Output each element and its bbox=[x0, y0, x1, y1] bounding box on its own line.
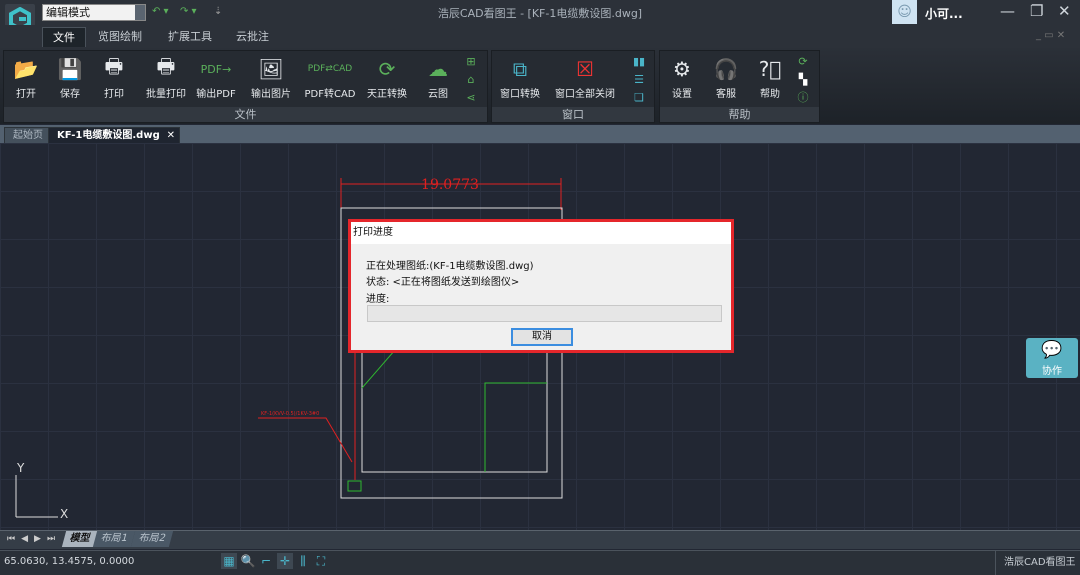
dimension-text: 19.0773 bbox=[421, 177, 479, 193]
ribbon-group-help: ⚙ 设置 🎧 客服 ?⃝ 帮助 ⟳ ▚ ⓘ 帮助 bbox=[659, 50, 820, 123]
collaborate-label: 协作 bbox=[1042, 366, 1062, 377]
tab-cloud-annotate[interactable]: 云批注 bbox=[226, 27, 279, 47]
snap-icon[interactable]: ✛ bbox=[277, 553, 293, 569]
pdf-to-cad-icon: PDF⇄CAD bbox=[307, 64, 353, 74]
tangent-convert-button[interactable]: ⟳ 天正转换 bbox=[362, 55, 412, 100]
user-avatar[interactable]: ☺ bbox=[892, 0, 917, 24]
pdf-to-cad-button[interactable]: PDF⇄CAD PDF转CAD bbox=[304, 55, 356, 100]
gear-icon: ⚙ bbox=[673, 57, 691, 81]
pdf-export-icon: PDF→ bbox=[200, 62, 232, 76]
minimize-icon[interactable]: — bbox=[1000, 2, 1015, 20]
ucs-x-label: X bbox=[60, 507, 68, 521]
print-progress-dialog: 打印进度 正在处理图纸:(KF-1电缆敷设图.dwg) 状态: <正在将图纸发送… bbox=[348, 219, 734, 353]
tab-file[interactable]: 文件 bbox=[42, 27, 86, 47]
save-icon: 💾 bbox=[57, 57, 83, 81]
status-bar bbox=[0, 550, 1080, 575]
support-button[interactable]: 🎧 客服 bbox=[704, 55, 748, 100]
doc-tab-label: KF-1电缆敷设图.dwg bbox=[57, 130, 160, 141]
doc-window-controls[interactable]: _ ▭ ✕ bbox=[1036, 30, 1065, 41]
cloud-icon: ☁ bbox=[428, 57, 448, 81]
user-name[interactable]: 小可... bbox=[925, 5, 963, 22]
close-icon[interactable]: ✕ bbox=[1058, 2, 1071, 20]
leader-line bbox=[258, 417, 353, 463]
tile-vertical-icon[interactable]: ▮▮ bbox=[632, 55, 646, 69]
share-wifi-icon[interactable]: ⌂ bbox=[464, 73, 478, 87]
print-button[interactable]: 🖶 打印 bbox=[92, 54, 136, 100]
group-label-help: 帮助 bbox=[660, 107, 819, 122]
group-label-window: 窗口 bbox=[492, 107, 654, 122]
grid-icon[interactable]: ▦ bbox=[221, 553, 237, 569]
doc-tab-start[interactable]: 起始页 bbox=[4, 127, 52, 143]
restore-icon[interactable]: ❐ bbox=[1030, 2, 1043, 20]
layout-nav-arrows[interactable]: ⏮◀▶⏭ bbox=[7, 534, 61, 544]
help-button[interactable]: ?⃝ 帮助 bbox=[748, 55, 792, 100]
close-all-windows-button[interactable]: ☒ 窗口全部关闭 bbox=[552, 55, 618, 100]
export-image-button[interactable]: 🖼 输出图片 bbox=[246, 55, 296, 100]
question-icon: ?⃝ bbox=[758, 57, 782, 81]
batch-printer-icon: 🖶 bbox=[156, 54, 176, 78]
export-pdf-button[interactable]: PDF→ 输出PDF bbox=[194, 55, 238, 101]
window-title: 浩辰CAD看图王 - [KF-1电缆敷设图.dwg] bbox=[437, 7, 643, 20]
convert-icon: ⟳ bbox=[378, 57, 396, 81]
update-icon[interactable]: ⟳ bbox=[796, 55, 810, 69]
green-room-line bbox=[484, 382, 547, 472]
doc-tab-drawing[interactable]: KF-1电缆敷设图.dwg ✕ bbox=[48, 127, 180, 143]
save-button[interactable]: 💾 保存 bbox=[48, 55, 92, 100]
settings-button[interactable]: ⚙ 设置 bbox=[660, 55, 704, 100]
ucs-y-label: Y bbox=[16, 461, 25, 475]
cable-annotation: KF-1(KVV-0.5)/1KV-3#0 bbox=[261, 411, 319, 417]
processing-file-text: 正在处理图纸:(KF-1电缆敷设图.dwg) bbox=[366, 261, 534, 272]
dialog-title: 打印进度 bbox=[351, 222, 731, 244]
cloud-drawing-button[interactable]: ☁ 云图 bbox=[416, 55, 460, 100]
cancel-button[interactable]: 取消 bbox=[511, 328, 573, 346]
tab-view-draw[interactable]: 览图绘制 bbox=[88, 27, 152, 47]
ortho-icon[interactable]: ⌐ bbox=[258, 553, 274, 569]
group-label-file: 文件 bbox=[4, 107, 487, 122]
info-icon[interactable]: ⓘ bbox=[796, 91, 810, 105]
progress-label: 进度: bbox=[366, 294, 390, 305]
green-diagonal bbox=[361, 349, 396, 389]
apps-icon[interactable]: ▚ bbox=[796, 73, 810, 87]
headset-icon: 🎧 bbox=[713, 57, 739, 81]
zoom-icon[interactable]: 🔍 bbox=[240, 553, 256, 569]
progress-bar bbox=[367, 305, 722, 322]
coordinate-readout: 65.0630, 13.4575, 0.0000 bbox=[4, 556, 135, 567]
brand-label: 浩辰CAD看图王 bbox=[995, 551, 1080, 575]
printer-icon: 🖶 bbox=[104, 54, 124, 78]
layout-tab-2[interactable]: 布局2 bbox=[130, 531, 174, 547]
new-file-icon[interactable]: ⊞ bbox=[464, 55, 478, 69]
share-icon[interactable]: ⋖ bbox=[464, 91, 478, 105]
batch-print-button[interactable]: 🖶 批量打印 bbox=[140, 54, 192, 100]
fullscreen-icon[interactable]: ⛶ bbox=[313, 553, 329, 569]
tab-extensions[interactable]: 扩展工具 bbox=[158, 27, 222, 47]
ribbon-group-window: ⧉ 窗口转换 ☒ 窗口全部关闭 ▮▮ ☰ ❏ 窗口 bbox=[491, 50, 655, 123]
status-text: 状态: <正在将图纸发送到绘图仪> bbox=[366, 277, 520, 288]
close-tab-icon[interactable]: ✕ bbox=[167, 128, 175, 144]
image-export-icon: 🖼 bbox=[258, 57, 284, 81]
collaborate-button[interactable]: 💬 协作 bbox=[1026, 338, 1078, 378]
close-windows-icon: ☒ bbox=[576, 57, 594, 81]
tile-horizontal-icon[interactable]: ☰ bbox=[632, 73, 646, 87]
layout-tab-1[interactable]: 布局1 bbox=[92, 531, 136, 547]
ribbon-group-file: 📂 打开 💾 保存 🖶 打印 🖶 批量打印 PDF→ 输出PDF 🖼 输出图片 PDF⇄CA… bbox=[3, 50, 488, 123]
folder-icon: 📂 bbox=[13, 57, 39, 81]
chat-icon: 💬 bbox=[1041, 340, 1063, 360]
window-switch-button[interactable]: ⧉ 窗口转换 bbox=[494, 55, 546, 100]
window-switch-icon: ⧉ bbox=[512, 57, 528, 81]
equipment-box bbox=[347, 480, 362, 492]
polar-icon[interactable]: ⫼ bbox=[295, 553, 311, 569]
open-button[interactable]: 📂 打开 bbox=[4, 55, 48, 100]
cascade-icon[interactable]: ❏ bbox=[632, 91, 646, 105]
